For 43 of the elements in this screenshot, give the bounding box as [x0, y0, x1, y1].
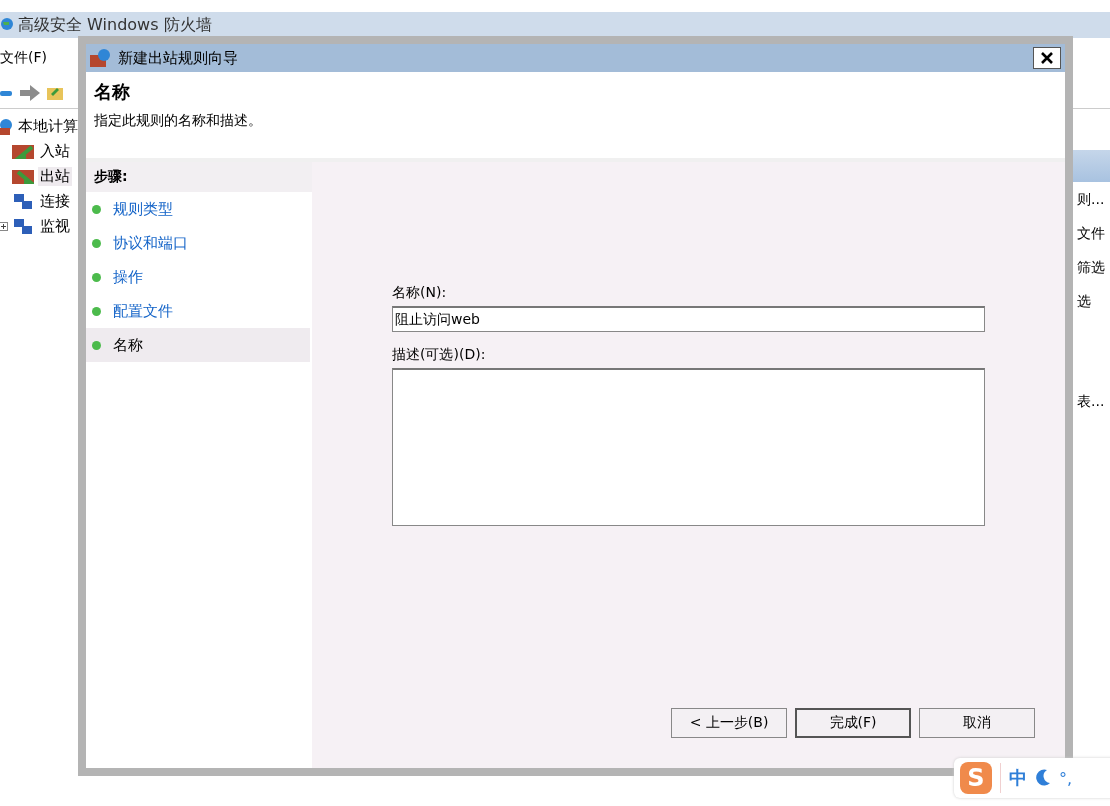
step-item[interactable]: 规则类型	[86, 192, 310, 226]
dialog-button[interactable]: 完成(F)	[795, 708, 911, 738]
name-field[interactable]: 阻止访问web	[392, 306, 985, 332]
step-item[interactable]: 协议和端口	[86, 226, 310, 260]
action-item[interactable]: 文件	[1071, 216, 1110, 250]
page-heading: 名称	[94, 80, 131, 104]
menu-item[interactable]: 文件(F)	[0, 49, 47, 67]
dialog-button[interactable]: < 上一步(B)	[671, 708, 787, 738]
action-item[interactable]: 筛选	[1071, 250, 1110, 284]
tree-item[interactable]: 本地计算	[18, 117, 78, 136]
moon-icon[interactable]	[1035, 769, 1051, 787]
brick-wall-icon	[12, 167, 34, 186]
ime-mode[interactable]: 中	[1009, 766, 1027, 790]
close-button[interactable]	[1033, 47, 1061, 69]
action-item[interactable]: 选	[1071, 284, 1110, 318]
expand-icon[interactable]	[0, 222, 8, 231]
dialog-button[interactable]: 取消	[919, 708, 1035, 738]
action-item[interactable]: 表...	[1071, 384, 1110, 418]
step-item[interactable]: 操作	[86, 260, 310, 294]
brick-globe-icon	[90, 48, 112, 68]
steps-heading: 步骤:	[86, 162, 312, 192]
description-field[interactable]	[392, 368, 985, 526]
firewall-globe-icon	[0, 118, 14, 135]
computers-icon	[12, 217, 34, 236]
tree-item[interactable]: 连接	[38, 192, 72, 211]
window-title: 高级安全 Windows 防火墙	[18, 14, 212, 36]
pane-header	[1071, 150, 1110, 182]
tree-item[interactable]: 监视	[38, 217, 72, 236]
ime-punctuation[interactable]: °,	[1059, 768, 1073, 788]
tree-item[interactable]: 出站	[38, 167, 72, 186]
forward-arrow-icon[interactable]	[18, 84, 42, 102]
page-description: 指定此规则的名称和描述。	[94, 112, 263, 130]
action-item[interactable]: 则...	[1071, 182, 1110, 216]
step-item[interactable]: 配置文件	[86, 294, 310, 328]
tree-item[interactable]: 入站	[38, 142, 72, 161]
computers-icon	[12, 192, 34, 211]
close-icon[interactable]	[1040, 51, 1054, 65]
brick-wall-icon	[12, 142, 34, 161]
step-item[interactable]: 名称	[86, 328, 310, 362]
field-label: 描述(可选)(D):	[392, 346, 487, 364]
field-label: 名称(N):	[392, 284, 448, 302]
dialog-title: 新建出站规则向导	[118, 48, 238, 68]
globe-icon	[0, 17, 14, 33]
